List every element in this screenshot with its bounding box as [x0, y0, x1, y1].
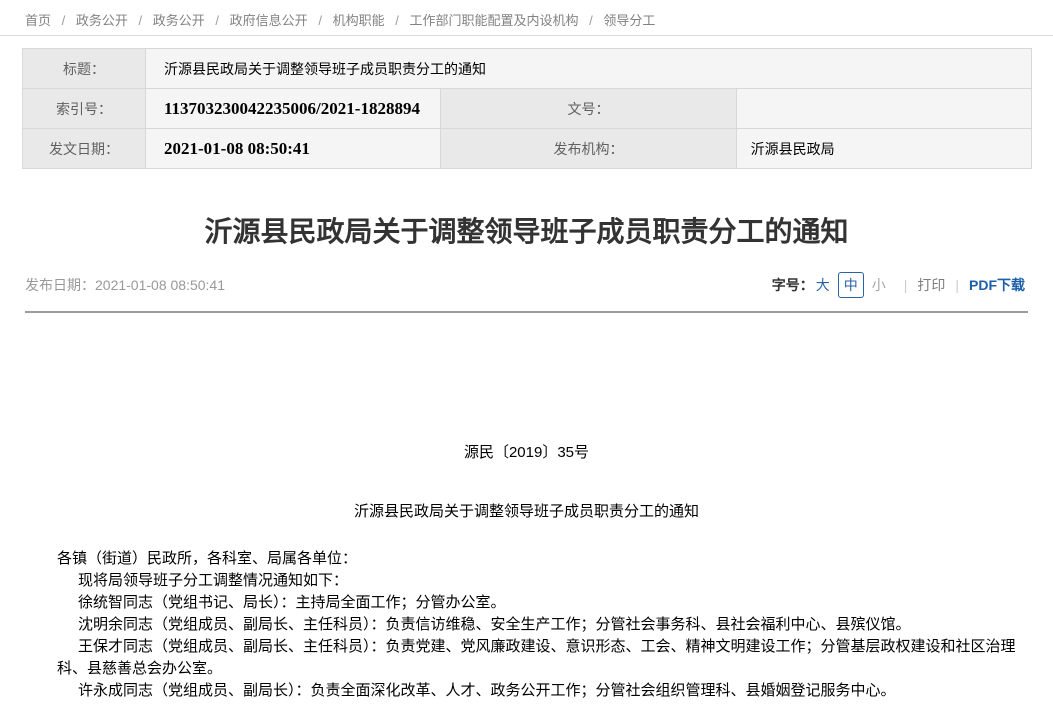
body-title: 沂源县民政局关于调整领导班子成员职责分工的通知 [0, 500, 1053, 521]
index-number-label: 索引号： [23, 89, 146, 129]
breadcrumb-item-functions[interactable]: 机构职能 [333, 13, 385, 28]
page: { "breadcrumb": { "separator": "/", "ite… [0, 0, 1053, 723]
doc-symbol-value [736, 89, 1031, 129]
index-number-value: 113703230042235006/2021-1828894 [146, 89, 441, 129]
table-row: 索引号： 113703230042235006/2021-1828894 文号： [23, 89, 1032, 129]
title-value: 沂源县民政局关于调整领导班子成员职责分工的通知 [146, 49, 1032, 89]
document-info-table: 标题： 沂源县民政局关于调整领导班子成员职责分工的通知 索引号： 1137032… [22, 48, 1032, 169]
table-row: 标题： 沂源县民政局关于调整领导班子成员职责分工的通知 [23, 49, 1032, 89]
breadcrumb-item-info-disclosure[interactable]: 政府信息公开 [230, 13, 308, 28]
publish-date-label: 发布日期： [25, 277, 95, 293]
paragraph-xutongzhi: 徐统智同志（党组书记、局长）：主持局全面工作；分管办公室。 [57, 592, 1027, 614]
paragraph-intro: 现将局领导班子分工调整情况通知如下： [57, 570, 1027, 592]
breadcrumb-item-leadership[interactable]: 领导分工 [603, 13, 655, 28]
article-meta-bar: 发布日期：2021-01-08 08:50:41 字号： 大 中 小 | 打印 … [25, 271, 1025, 299]
paragraph-wangbaocai: 王保才同志（党组成员、副局长、主任科员）：负责党建、党风廉政建设、意识形态、工会… [57, 636, 1027, 680]
publish-date: 发布日期：2021-01-08 08:50:41 [25, 275, 225, 295]
breadcrumb-separator: / [318, 13, 322, 28]
font-size-medium-button[interactable]: 中 [838, 272, 864, 298]
paragraph-xuyongcheng: 许永成同志（党组成员、副局长）：负责全面深化改革、人才、政务公开工作；分管社会组… [57, 680, 1027, 702]
issue-date-value: 2021-01-08 08:50:41 [146, 129, 441, 169]
article-body: 各镇（街道）民政所，各科室、局属各单位： 现将局领导班子分工调整情况通知如下： … [57, 548, 1027, 702]
font-size-large-button[interactable]: 大 [816, 275, 830, 295]
breadcrumb-separator: / [62, 13, 66, 28]
article-toolbar: 字号： 大 中 小 | 打印 | PDF下载 [772, 272, 1025, 298]
breadcrumb-item-home[interactable]: 首页 [25, 13, 51, 28]
font-size-small-button[interactable]: 小 [872, 275, 886, 295]
breadcrumb-item-dept-config[interactable]: 工作部门职能配置及内设机构 [409, 13, 578, 28]
issue-date-label: 发文日期： [23, 129, 146, 169]
breadcrumb-separator: / [395, 13, 399, 28]
header-divider [25, 311, 1028, 313]
toolbar-divider: | [955, 277, 959, 293]
title-label: 标题： [23, 49, 146, 89]
document-number: 源民〔2019〕35号 [0, 441, 1053, 462]
paragraph-salutation: 各镇（街道）民政所，各科室、局属各单位： [57, 548, 1027, 570]
breadcrumb-separator: / [139, 13, 143, 28]
font-size-label: 字号： [772, 275, 814, 295]
pdf-download-button[interactable]: PDF下载 [969, 275, 1025, 295]
toolbar-divider: | [904, 277, 908, 293]
paragraph-shenmingyu: 沈明余同志（党组成员、副局长、主任科员）：负责信访维稳、安全生产工作；分管社会事… [57, 614, 1027, 636]
issuing-agency-label: 发布机构： [441, 129, 736, 169]
breadcrumb-separator: / [215, 13, 219, 28]
print-button[interactable]: 打印 [917, 275, 945, 295]
breadcrumb: 首页 / 政务公开 / 政务公开 / 政府信息公开 / 机构职能 / 工作部门职… [0, 0, 1053, 36]
breadcrumb-item-zhengwu-1[interactable]: 政务公开 [76, 13, 128, 28]
page-title: 沂源县民政局关于调整领导班子成员职责分工的通知 [0, 215, 1053, 249]
breadcrumb-item-zhengwu-2[interactable]: 政务公开 [153, 13, 205, 28]
doc-symbol-label: 文号： [441, 89, 736, 129]
table-row: 发文日期： 2021-01-08 08:50:41 发布机构： 沂源县民政局 [23, 129, 1032, 169]
issuing-agency-value: 沂源县民政局 [736, 129, 1031, 169]
breadcrumb-separator: / [589, 13, 593, 28]
publish-date-value: 2021-01-08 08:50:41 [95, 277, 225, 293]
